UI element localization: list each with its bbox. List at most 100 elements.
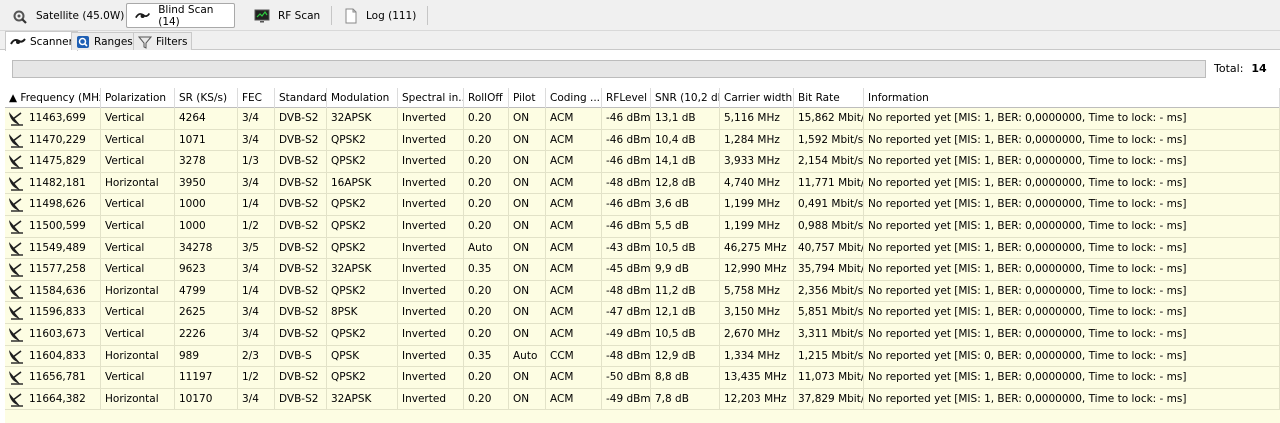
tab-scanner[interactable]: Scanner — [5, 31, 78, 51]
cell-modulation: 8PSK — [327, 302, 398, 324]
cell-symbol-rate: 4264 — [175, 108, 238, 129]
cell-modulation: QPSK2 — [327, 151, 398, 173]
satellite-dish-icon — [9, 155, 23, 169]
cell-pilot: ON — [509, 172, 546, 194]
table-row[interactable]: 11549,489 Vertical 34278 3/5 DVB-S2 QPSK2 Inve… — [5, 237, 1280, 260]
cell-fec: 3/4 — [238, 129, 275, 151]
cell-symbol-rate: 1071 — [175, 129, 238, 151]
cell-polarization: Horizontal — [101, 345, 175, 367]
column-header-pilot[interactable]: Pilot — [509, 88, 546, 108]
cell-frequency: 11470,229 — [27, 129, 101, 151]
cell-fec: 1/4 — [238, 194, 275, 216]
table-row[interactable]: 11577,258 Vertical 9623 3/4 DVB-S2 32APSK Inve… — [5, 259, 1280, 281]
tab-separator — [331, 6, 333, 25]
satellite-dish-icon — [9, 284, 23, 299]
cell-frequency: 11603,673 — [27, 324, 101, 345]
cell-rf-level: -43 dBm — [602, 237, 651, 259]
column-header-frequency[interactable]: ▲ Frequency (MHz) — [5, 88, 101, 108]
table-row[interactable]: 11584,636 Horizontal 4799 1/4 DVB-S2 QPSK2 Inv… — [5, 280, 1280, 303]
cell-fec: 3/4 — [238, 259, 275, 281]
cell-modulation: 16APSK — [327, 172, 398, 194]
cell-rf-level: -49 dBm — [602, 324, 651, 345]
cell-information: No reported yet [MIS: 1, BER: 0,0000000,… — [864, 388, 1280, 410]
column-header-coding[interactable]: Coding ... — [546, 88, 602, 108]
column-header-bit-rate[interactable]: Bit Rate — [794, 88, 864, 108]
cell-information: No reported yet [MIS: 1, BER: 0,0000000,… — [864, 172, 1280, 194]
cell-pilot: ON — [509, 151, 546, 173]
column-header-polarization[interactable]: Polarization — [101, 88, 175, 108]
cell-information: No reported yet [MIS: 1, BER: 0,0000000,… — [864, 324, 1280, 345]
table-row[interactable]: 11463,699 Vertical 4264 3/4 DVB-S2 32APSK Inve… — [5, 108, 1280, 130]
cell-rolloff: 0.20 — [464, 302, 509, 324]
table-row[interactable]: 11604,833 Horizontal 989 2/3 DVB-S QPSK Invert… — [5, 345, 1280, 368]
table-row[interactable]: 11475,829 Vertical 3278 1/3 DVB-S2 QPSK2 Inver… — [5, 151, 1280, 173]
satellite-dish-icon — [9, 328, 23, 342]
results-grid[interactable]: ▲ Frequency (MHz) Polarization SR (KS/s) FE… — [5, 88, 1280, 423]
column-header-rf-level[interactable]: RFLevel — [602, 88, 651, 108]
table-row[interactable]: 11482,181 Horizontal 3950 3/4 DVB-S2 16APSK In… — [5, 172, 1280, 195]
cell-carrier-width: 5,758 MHz — [720, 280, 794, 302]
column-header-modulation[interactable]: Modulation — [327, 88, 398, 108]
wrench-gear-icon — [13, 10, 27, 24]
cell-coding: ACM — [546, 302, 602, 324]
cell-frequency: 11596,833 — [27, 302, 101, 324]
column-header-fec[interactable]: FEC — [238, 88, 275, 108]
column-header-rolloff[interactable]: RollOff — [464, 88, 509, 108]
cell-modulation: QPSK2 — [327, 129, 398, 151]
column-header-carrier-width[interactable]: Carrier width — [720, 88, 794, 108]
table-row[interactable]: 11603,673 Vertical 2226 3/4 DVB-S2 QPSK2 Inver… — [5, 324, 1280, 346]
column-header-information[interactable]: Information — [864, 88, 1280, 108]
cell-carrier-width: 1,334 MHz — [720, 345, 794, 367]
table-row[interactable]: 11656,781 Vertical 11197 1/2 DVB-S2 QPSK2 Inve… — [5, 367, 1280, 389]
satellite-dish-icon — [9, 371, 23, 385]
cell-spectral-inversion: Inverted — [398, 237, 464, 259]
cell-polarization: Vertical — [101, 259, 175, 281]
table-row[interactable]: 11470,229 Vertical 1071 3/4 DVB-S2 QPSK2 Inver… — [5, 129, 1280, 152]
cell-pilot: ON — [509, 108, 546, 129]
cell-modulation: QPSK2 — [327, 324, 398, 345]
tab-log[interactable]: Log (111) — [336, 3, 429, 28]
table-row[interactable]: 11500,599 Vertical 1000 1/2 DVB-S2 QPSK2 Inver… — [5, 216, 1280, 238]
cell-frequency: 11577,258 — [27, 259, 101, 281]
cell-carrier-width: 4,740 MHz — [720, 172, 794, 194]
cell-pilot: Auto — [509, 345, 546, 367]
cell-information: No reported yet [MIS: 1, BER: 0,0000000,… — [864, 129, 1280, 151]
table-row[interactable]: 11498,626 Vertical 1000 1/4 DVB-S2 QPSK2 Inver… — [5, 194, 1280, 216]
tab-ranges[interactable]: Ranges — [71, 32, 138, 50]
cell-spectral-inversion: Inverted — [398, 367, 464, 389]
cell-polarization: Vertical — [101, 194, 175, 216]
cell-polarization: Horizontal — [101, 172, 175, 194]
column-header-symbol-rate[interactable]: SR (KS/s) — [175, 88, 238, 108]
cell-spectral-inversion: Inverted — [398, 194, 464, 216]
cell-snr: 9,9 dB — [651, 259, 720, 281]
document-icon — [345, 8, 357, 23]
cell-rf-level: -46 dBm — [602, 194, 651, 216]
cell-polarization: Vertical — [101, 129, 175, 151]
cell-information: No reported yet [MIS: 1, BER: 0,0000000,… — [864, 280, 1280, 302]
column-header-standard[interactable]: Standard — [275, 88, 327, 108]
cell-coding: ACM — [546, 367, 602, 389]
cell-coding: ACM — [546, 129, 602, 151]
cell-bit-rate: 0,988 Mbit/s — [794, 216, 864, 237]
cell-polarization: Vertical — [101, 237, 175, 259]
cell-symbol-rate: 989 — [175, 345, 238, 367]
cell-information: No reported yet [MIS: 1, BER: 0,0000000,… — [864, 108, 1280, 129]
spectrum-monitor-icon — [254, 9, 270, 22]
cell-rf-level: -47 dBm — [602, 302, 651, 324]
table-row[interactable]: 11596,833 Vertical 2625 3/4 DVB-S2 8PSK Invert… — [5, 302, 1280, 324]
cell-rf-level: -48 dBm — [602, 172, 651, 194]
column-header-snr[interactable]: SNR (10,2 dB) — [651, 88, 720, 108]
tab-satellite[interactable]: Satellite (45.0W) — [4, 3, 137, 28]
satellite-dish-icon — [9, 349, 23, 364]
cell-bit-rate: 11,073 Mbit/s — [794, 367, 864, 389]
tab-filters[interactable]: Filters — [133, 32, 193, 50]
cell-symbol-rate: 1000 — [175, 216, 238, 237]
tab-scanner-label: Scanner — [30, 35, 73, 48]
column-header-spectral-inversion[interactable]: Spectral in... — [398, 88, 464, 108]
cell-standard: DVB-S2 — [275, 129, 327, 151]
table-row[interactable]: 11664,382 Horizontal 10170 3/4 DVB-S2 32APSK I… — [5, 388, 1280, 411]
tab-blind-scan[interactable]: Blind Scan (14) — [126, 3, 235, 28]
satellite-dish-icon — [9, 112, 23, 126]
tab-rf-scan[interactable]: RF Scan — [246, 3, 333, 28]
cell-coding: CCM — [546, 345, 602, 367]
